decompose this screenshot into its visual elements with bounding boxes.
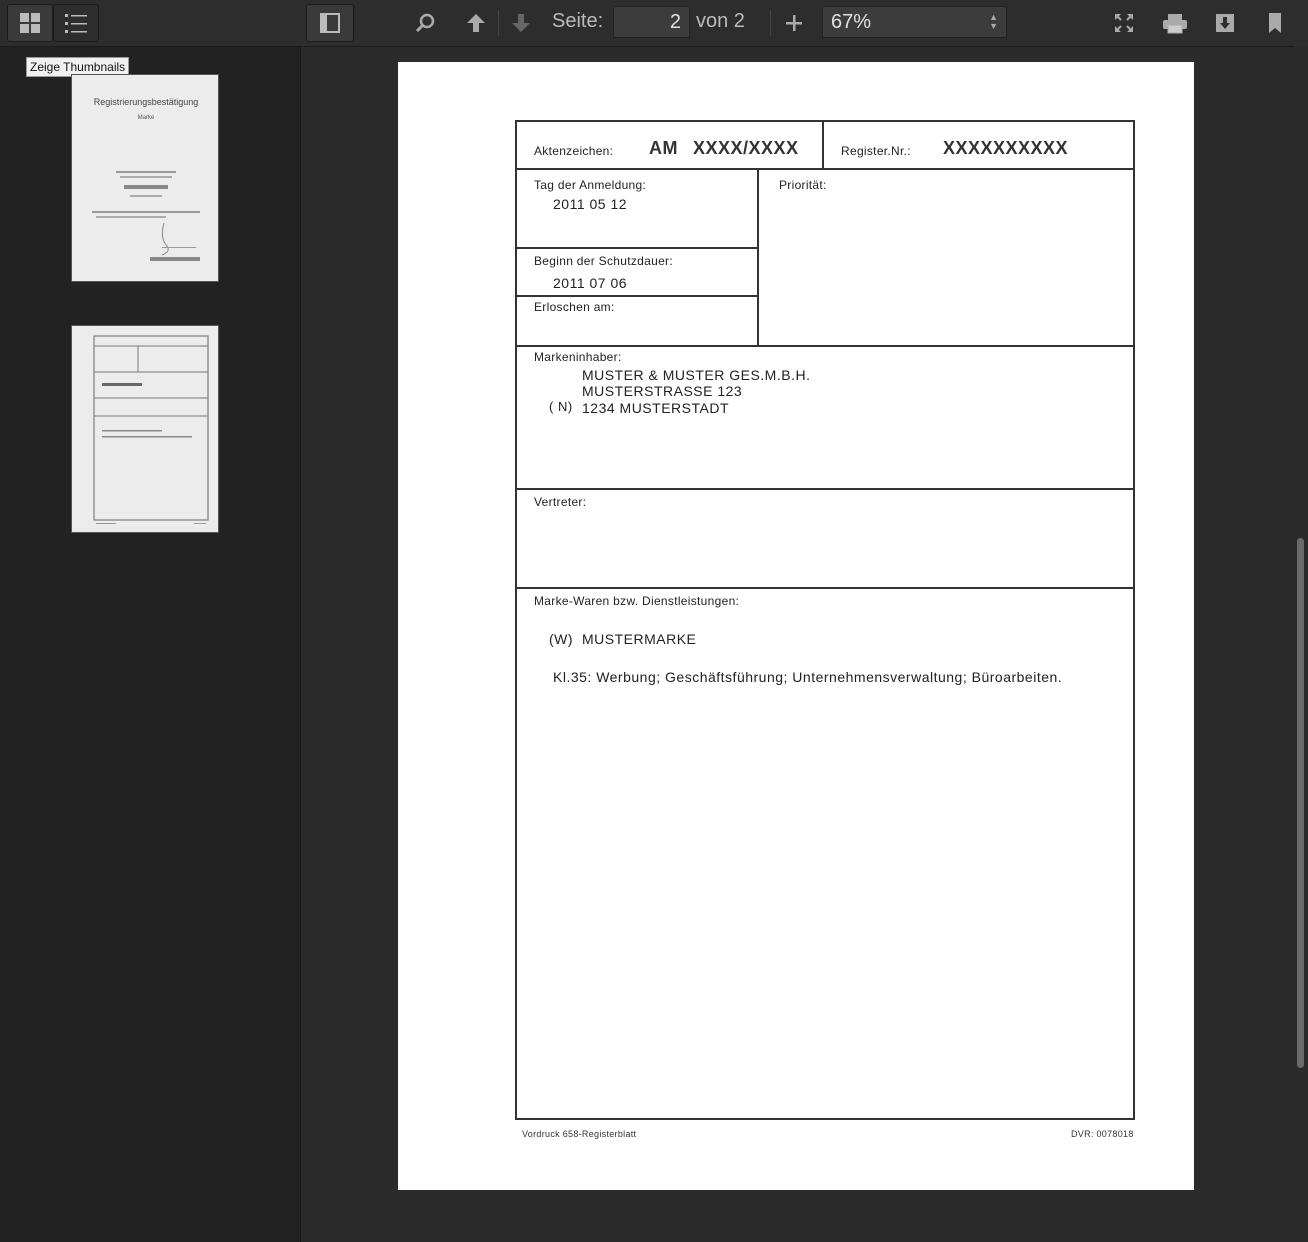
inhaber-label: Markeninhaber: — [534, 350, 622, 364]
fullscreen-button[interactable] — [1109, 8, 1139, 38]
aktenzeichen-label: Aktenzeichen: — [534, 144, 614, 158]
total-pages-label: von 2 — [696, 10, 745, 32]
plus-icon — [786, 15, 802, 31]
aktenzeichen-value: XXXX/XXXX — [693, 138, 799, 158]
grid-icon — [20, 13, 40, 33]
bookmark-icon — [1269, 13, 1281, 33]
sidebar-toggle-icon — [320, 13, 340, 33]
page-2-preview — [93, 335, 209, 524]
next-page-button[interactable] — [506, 8, 536, 38]
inhaber-city: 1234 MUSTERSTADT — [582, 400, 729, 416]
printer-icon — [1163, 14, 1187, 34]
schutzdauer-value: 2011 07 06 — [553, 275, 628, 291]
marke-code: (W) — [549, 631, 574, 647]
bookmark-button[interactable] — [1260, 8, 1290, 38]
document-scrollbar[interactable] — [1294, 46, 1308, 1242]
fullscreen-icon — [1115, 14, 1133, 32]
erloschen-label: Erloschen am: — [534, 300, 615, 314]
register-form: Aktenzeichen: AM XXXX/XXXX Register.Nr.:… — [515, 120, 1135, 1120]
inhaber-code: ( N) — [549, 399, 573, 414]
page-number-input[interactable]: 2 — [613, 6, 690, 38]
list-icon — [65, 14, 87, 33]
vertreter-label: Vertreter: — [534, 495, 587, 509]
arrow-up-icon — [467, 14, 485, 32]
thumbnail-sidebar: Zeige Thumbnails Registrierungsbestätigu… — [0, 0, 301, 1242]
waren-label: Marke-Waren bzw. Dienstleistungen: — [534, 594, 740, 608]
footer-right: DVR: 0078018 — [1071, 1129, 1134, 1139]
aktenzeichen-prefix: AM — [649, 138, 678, 158]
previous-page-button[interactable] — [461, 8, 491, 38]
schutzdauer-label: Beginn der Schutzdauer: — [534, 254, 673, 268]
scrollbar-thumb[interactable] — [1297, 538, 1304, 1068]
anmeldung-label: Tag der Anmeldung: — [534, 178, 647, 192]
inhaber-name: MUSTER & MUSTER GES.M.B.H. — [582, 367, 811, 383]
prioritaet-label: Priorität: — [779, 178, 827, 192]
arrow-down-icon — [512, 14, 530, 32]
search-icon — [415, 13, 435, 33]
download-icon — [1216, 14, 1234, 32]
sidebar-tabs — [0, 0, 300, 47]
klasse-text: Kl.35: Werbung; Geschäftsführung; Untern… — [553, 669, 1063, 685]
pdf-toolbar: Seite: 2 von 2 67% ▲ ▼ — [300, 0, 1308, 47]
zoom-value: 67% — [831, 11, 872, 33]
thumb-subtitle: Marke — [138, 115, 155, 121]
thumbnails-view-button[interactable] — [7, 4, 53, 42]
marke-name: MUSTERMARKE — [582, 631, 697, 647]
page-thumbnail-2[interactable] — [71, 325, 219, 533]
page-label: Seite: — [552, 10, 604, 32]
search-button[interactable] — [410, 8, 440, 38]
page-1-preview: Registrierungsbestätigung Marke — [92, 97, 200, 261]
inhaber-street: MUSTERSTRASSE 123 — [582, 383, 743, 399]
register-value: XXXXXXXXXX — [943, 138, 1069, 158]
outline-view-button[interactable] — [53, 4, 99, 42]
footer-left: Vordruck 658-Registerblatt — [522, 1129, 637, 1139]
document-page: Aktenzeichen: AM XXXX/XXXX Register.Nr.:… — [398, 62, 1194, 1190]
zoom-in-button[interactable] — [779, 8, 809, 38]
register-label: Register.Nr.: — [841, 144, 911, 158]
page-thumbnail-1[interactable]: Registrierungsbestätigung Marke — [71, 74, 219, 282]
print-button[interactable] — [1160, 8, 1190, 38]
select-arrows-icon: ▲ ▼ — [989, 12, 998, 31]
download-button[interactable] — [1210, 8, 1240, 38]
toggle-sidebar-button[interactable] — [306, 4, 354, 42]
zoom-select[interactable]: 67% ▲ ▼ — [822, 6, 1007, 38]
anmeldung-value: 2011 05 12 — [553, 196, 628, 212]
thumb-title: Registrierungsbestätigung — [94, 97, 199, 107]
